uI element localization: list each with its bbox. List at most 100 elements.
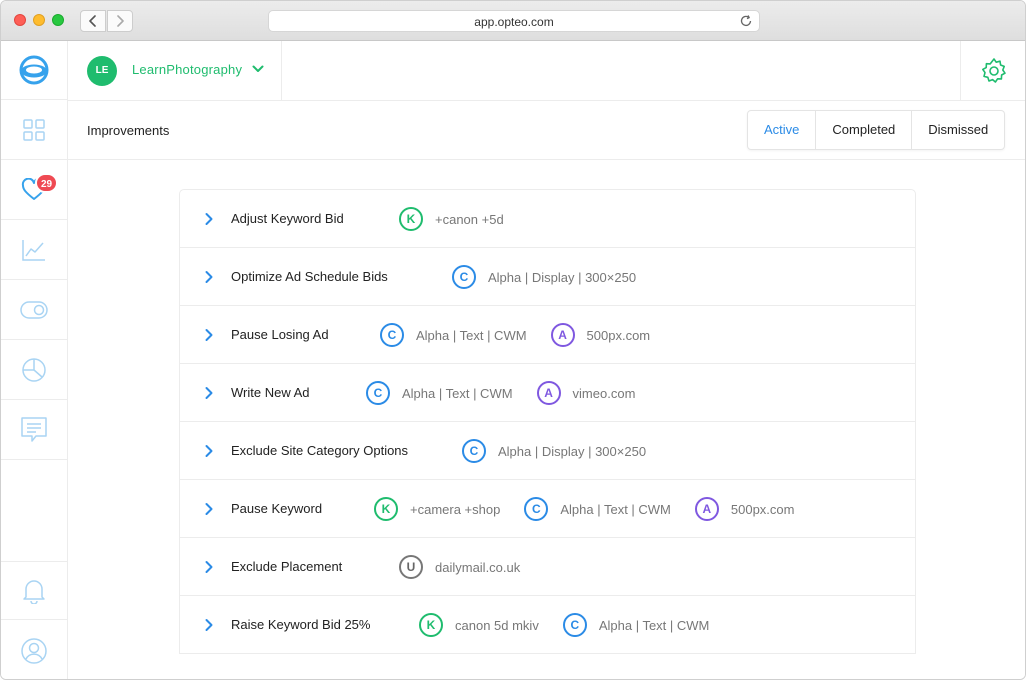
toggle-icon [20, 301, 48, 319]
improvement-tags: C Alpha | Display | 300×250 [462, 439, 670, 463]
sidebar-item-performance[interactable] [1, 221, 67, 280]
improvement-tags: K +canon +5d [399, 207, 528, 231]
entity-type-badge: K [399, 207, 423, 231]
opteo-logo[interactable] [1, 41, 67, 100]
improvement-row[interactable]: Adjust Keyword Bid K +canon +5d [180, 190, 915, 248]
entity-type-badge: C [366, 381, 390, 405]
chevron-right-icon[interactable] [204, 502, 214, 516]
sidebar-item-improvements[interactable]: 29 [1, 161, 67, 220]
entity-name: +camera +shop [410, 501, 501, 517]
page-header: Improvements Active Completed Dismissed [68, 101, 1025, 160]
address-bar[interactable]: app.opteo.com [268, 10, 760, 32]
improvement-row[interactable]: Write New Ad C Alpha | Text | CWM Avimeo.co… [180, 364, 915, 422]
browser-titlebar: app.opteo.com [1, 1, 1025, 41]
account-bar: LE LearnPhotography [68, 41, 1025, 101]
improvement-title: Exclude Site Category Options [231, 443, 409, 458]
minimize-window-button[interactable] [33, 14, 45, 26]
improvement-row[interactable]: Optimize Ad Schedule Bids C Alpha | Displa… [180, 248, 915, 306]
entity-type-badge: C [380, 323, 404, 347]
chevron-down-icon [252, 65, 264, 72]
improvement-row[interactable]: Pause Losing Ad C Alpha | Text | CWM A 500px… [180, 306, 915, 364]
chevron-right-icon[interactable] [204, 618, 214, 632]
entity-type-badge: C [462, 439, 486, 463]
improvement-tags: C Alpha | Display | 300×250 [452, 265, 660, 289]
close-window-button[interactable] [14, 14, 26, 26]
entity-type-badge: U [399, 555, 423, 579]
entity-tag: C Alpha | Text | CWM [380, 323, 527, 347]
improvement-title: Adjust Keyword Bid [231, 211, 344, 226]
sidebar-item-reports[interactable] [1, 341, 67, 400]
account-name: LearnPhotography [132, 62, 243, 77]
forward-button[interactable] [107, 10, 133, 32]
entity-tag: Kcanon 5d mkiv [419, 613, 539, 637]
entity-type-badge: C [524, 497, 549, 521]
account-selector[interactable]: LE LearnPhotography [68, 41, 282, 100]
url-text: app.opteo.com [474, 15, 554, 29]
tab-dismissed[interactable]: Dismissed [912, 111, 1004, 149]
line-chart-icon [22, 240, 45, 261]
sidebar-item-dashboard[interactable] [1, 101, 67, 160]
improvement-row[interactable]: Raise Keyword Bid 25% Kcanon 5d mkiv C Alph… [180, 596, 915, 654]
improvement-title: Optimize Ad Schedule Bids [231, 269, 388, 284]
chevron-right-icon[interactable] [204, 328, 214, 342]
page-title: Improvements [87, 123, 170, 138]
bell-icon [23, 579, 45, 604]
entity-tag: A 500px.com [550, 323, 651, 347]
improvement-row[interactable]: Pause Keyword K +camera +shop C Alpha | Text… [180, 480, 915, 538]
entity-name: vimeo.com [572, 385, 636, 401]
entity-name: Alpha | Text | CWM [598, 617, 710, 633]
entity-name: Alpha | Text | CWM [402, 385, 513, 401]
tab-completed[interactable]: Completed [816, 111, 913, 149]
opteo-logo-icon [19, 55, 49, 85]
entity-name: 500px.com [730, 501, 795, 517]
main-content: Adjust Keyword Bid K +canon +5d Optimize Ad… [68, 161, 1025, 679]
chevron-right-icon[interactable] [204, 560, 214, 574]
entity-tag: C Alpha | Display | 300×250 [462, 439, 646, 463]
improvement-tags: Udailymail.co.uk [399, 555, 544, 579]
sidebar-item-messages[interactable] [1, 401, 67, 460]
sidebar-item-toggles[interactable] [1, 281, 67, 340]
entity-type-badge: A [550, 323, 575, 347]
back-button[interactable] [80, 10, 106, 32]
improvement-title: Pause Keyword [231, 501, 323, 516]
chevron-right-icon [117, 15, 124, 27]
entity-name: 500px.com [586, 327, 651, 343]
account-avatar: LE [87, 56, 117, 86]
tab-active[interactable]: Active [748, 111, 817, 149]
sidebar-item-profile[interactable] [1, 621, 67, 679]
chevron-right-icon[interactable] [204, 386, 214, 400]
entity-tag: K +canon +5d [399, 207, 504, 231]
entity-tag: C Alpha | Display | 300×250 [452, 265, 636, 289]
entity-type-badge: K [374, 497, 398, 521]
zoom-window-button[interactable] [52, 14, 64, 26]
chevron-right-icon[interactable] [204, 270, 214, 284]
improvement-row[interactable]: Exclude Site Category Options C Alpha | Di… [180, 422, 915, 480]
entity-name: Alpha | Text | CWM [560, 501, 671, 517]
improvement-tags: Kcanon 5d mkiv C Alpha | Text | CWM [419, 613, 733, 637]
improvement-row[interactable]: Exclude Placement Udailymail.co.uk [180, 538, 915, 596]
entity-type-badge: C [562, 613, 587, 637]
entity-type-badge: A [694, 497, 719, 521]
message-icon [21, 417, 47, 442]
reload-icon[interactable] [739, 14, 753, 28]
improvement-title: Exclude Placement [231, 559, 343, 574]
settings-button[interactable] [960, 41, 1025, 100]
entity-name: dailymail.co.uk [435, 559, 521, 575]
chevron-right-icon[interactable] [204, 212, 214, 226]
entity-name: canon 5d mkiv [455, 617, 539, 633]
entity-tag: K +camera +shop [374, 497, 500, 521]
gear-icon [982, 57, 1006, 83]
entity-type-badge: A [536, 381, 561, 405]
entity-name: Alpha | Display | 300×250 [488, 269, 637, 285]
entity-name: +canon +5d [435, 211, 504, 227]
entity-type-badge: C [452, 265, 476, 289]
entity-tag: A 500px.com [694, 497, 795, 521]
sidebar-item-notifications[interactable] [1, 561, 67, 620]
entity-type-badge: K [419, 613, 443, 637]
improvement-tags: K +camera +shop C Alpha | Text | CWM A 500px.… [374, 497, 818, 521]
entity-name: Alpha | Text | CWM [416, 327, 527, 343]
grid-icon [23, 119, 45, 141]
browser-window: app.opteo.com 29 LE LearnPhotography Imp… [0, 0, 1026, 680]
entity-tag: C Alpha | Text | CWM [562, 613, 710, 637]
chevron-right-icon[interactable] [204, 444, 214, 458]
